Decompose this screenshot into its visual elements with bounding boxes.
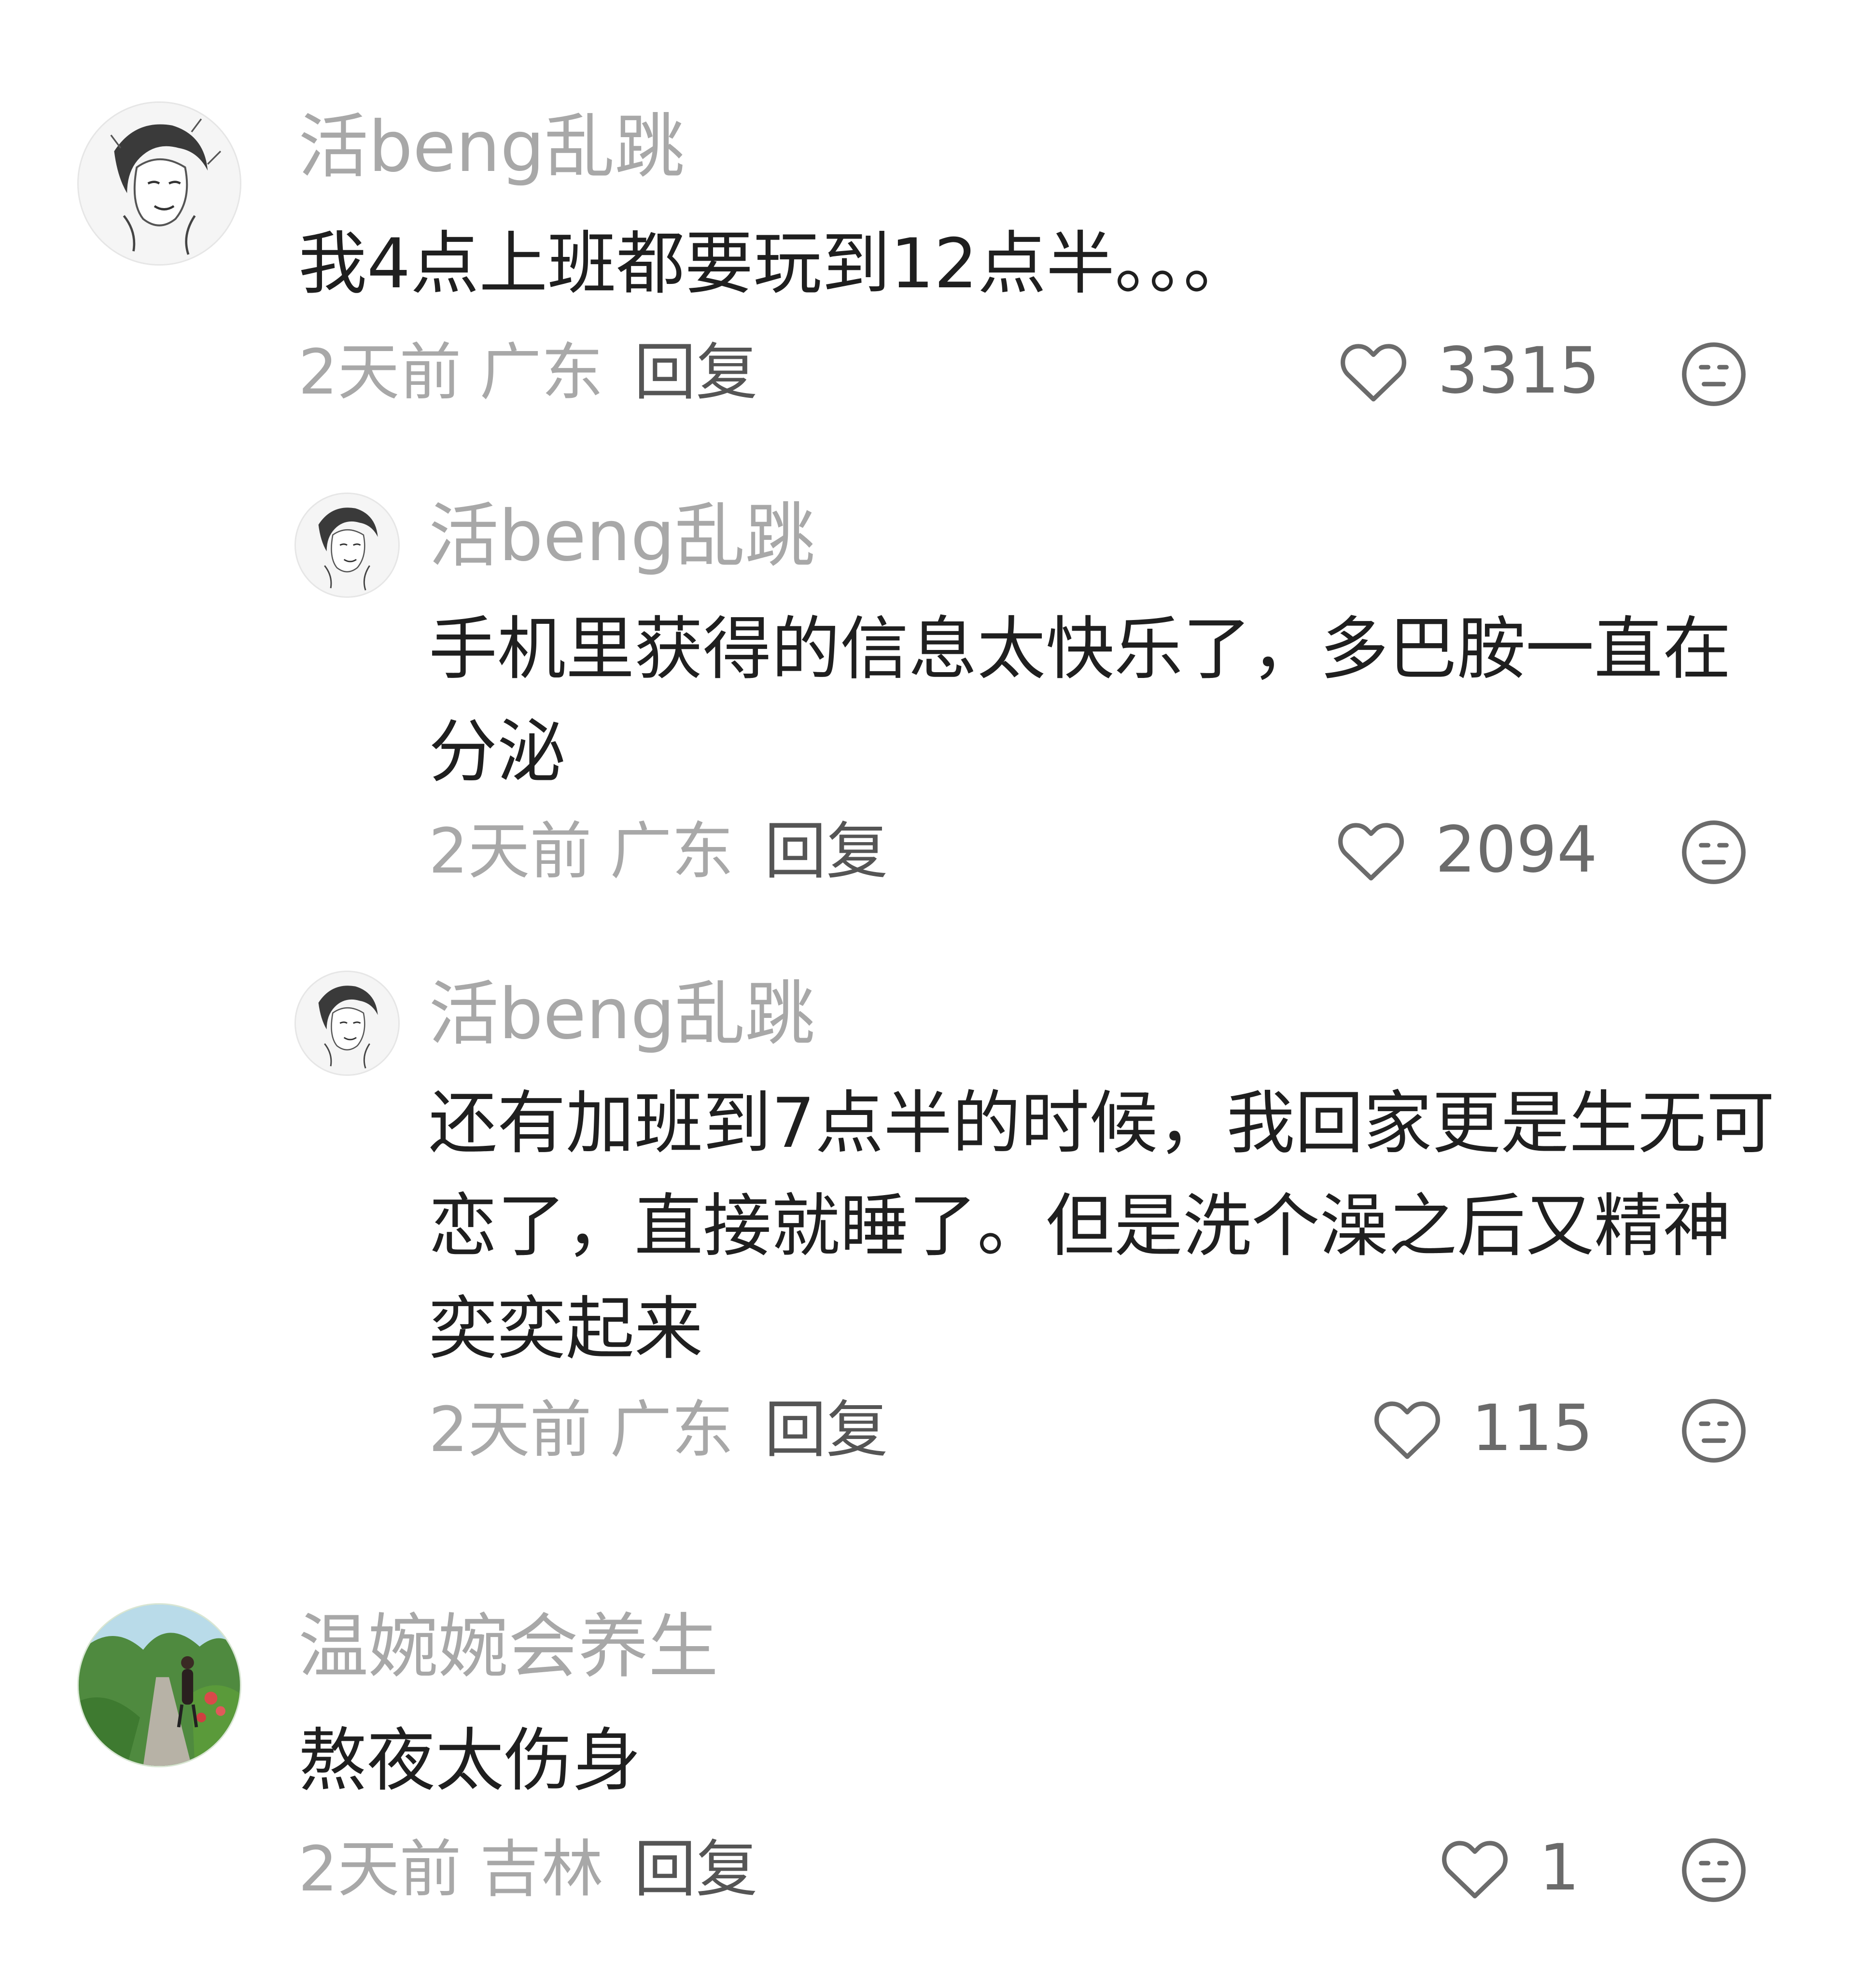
comment-meta: 2天前 广东 回复 xyxy=(429,821,888,883)
avatar-sketch-image xyxy=(296,494,398,596)
comment-text: 熬夜太伤身 xyxy=(298,1721,641,1801)
comment-item: 温婉婉会养生 熬夜太伤身 2天前 吉林 回复 1 xyxy=(0,1536,1876,1974)
like-count: 115 xyxy=(1471,1391,1593,1466)
comment-text: 我4点上班都要玩到12点半。。。 xyxy=(298,224,1252,304)
avatar-outdoor-photo xyxy=(79,1605,240,1766)
reply-button[interactable]: 回复 xyxy=(634,1839,757,1901)
comment-time: 2天前 xyxy=(298,1833,462,1905)
comment-text: 手机里获得的信息太快乐了，多巴胺一直在分泌 xyxy=(429,609,1731,792)
comment-location: 广东 xyxy=(610,816,734,888)
neutral-face-icon[interactable] xyxy=(1680,340,1748,408)
comment-text: 还有加班到7点半的时候，我回家更是生无可恋了，直接就睡了。但是洗个澡之后又精神奕… xyxy=(429,1084,1775,1369)
neutral-face-icon[interactable] xyxy=(1680,1397,1748,1465)
comment-meta: 2天前 广东 回复 xyxy=(429,1399,888,1461)
comment-location: 广东 xyxy=(610,1394,734,1466)
like-button[interactable]: 115 xyxy=(1371,1396,1593,1461)
reply-comment-item: 活beng乱跳 还有加班到7点半的时候，我回家更是生无可恋了，直接就睡了。但是洗… xyxy=(0,908,1876,1536)
comment-location: 吉林 xyxy=(479,1833,603,1905)
avatar[interactable] xyxy=(77,101,241,266)
comment-meta: 2天前 广东 回复 xyxy=(298,342,757,404)
reply-button[interactable]: 回复 xyxy=(764,1399,888,1461)
comment-username[interactable]: 活beng乱跳 xyxy=(298,112,685,182)
comment-meta: 2天前 吉林 回复 xyxy=(298,1839,757,1901)
neutral-face-icon[interactable] xyxy=(1680,1836,1748,1904)
like-button[interactable]: 1 xyxy=(1439,1835,1580,1901)
comment-item: 活beng乱跳 我4点上班都要玩到12点半。。。 2天前 广东 回复 3315 xyxy=(0,0,1876,444)
avatar[interactable] xyxy=(294,971,400,1076)
comment-location: 广东 xyxy=(479,337,603,409)
like-count: 1 xyxy=(1539,1831,1580,1905)
comment-username[interactable]: 温婉婉会养生 xyxy=(298,1612,718,1682)
avatar[interactable] xyxy=(77,1603,241,1767)
like-button[interactable]: 2094 xyxy=(1335,817,1597,883)
heart-outline-icon xyxy=(1341,344,1406,402)
comment-username[interactable]: 活beng乱跳 xyxy=(429,501,815,571)
heart-outline-icon xyxy=(1442,1841,1508,1899)
avatar-sketch-image xyxy=(79,103,240,264)
heart-outline-icon xyxy=(1374,1401,1440,1459)
reply-button[interactable]: 回复 xyxy=(764,821,888,883)
neutral-face-icon[interactable] xyxy=(1680,818,1748,886)
comment-time: 2天前 xyxy=(429,1394,592,1466)
avatar-sketch-image xyxy=(296,972,398,1074)
heart-outline-icon xyxy=(1338,823,1404,881)
like-button[interactable]: 3315 xyxy=(1337,338,1600,404)
like-count: 2094 xyxy=(1435,813,1597,887)
reply-button[interactable]: 回复 xyxy=(634,342,757,404)
like-count: 3315 xyxy=(1438,334,1600,408)
reply-comment-item: 活beng乱跳 手机里获得的信息太快乐了，多巴胺一直在分泌 2天前 广东 回复 … xyxy=(0,444,1876,908)
avatar[interactable] xyxy=(294,493,400,598)
comment-username[interactable]: 活beng乱跳 xyxy=(429,979,815,1049)
comment-time: 2天前 xyxy=(429,816,592,888)
comment-time: 2天前 xyxy=(298,337,462,409)
